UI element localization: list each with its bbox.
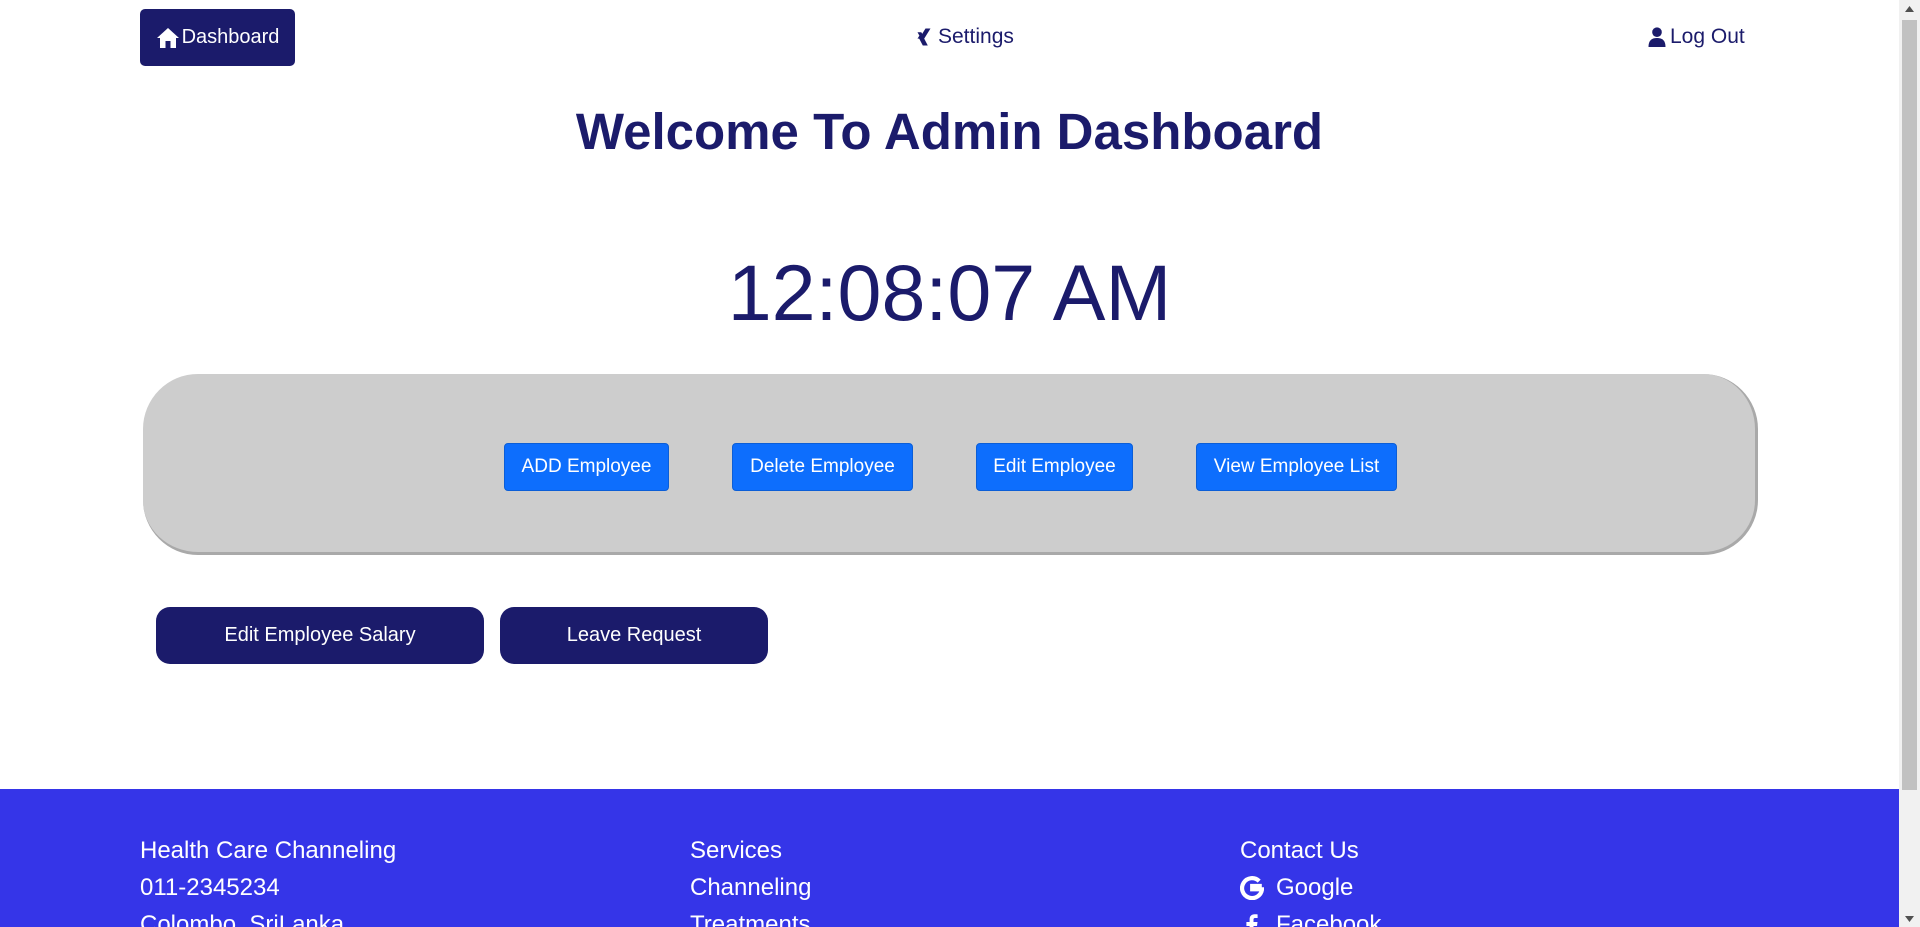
- nav-dashboard-button[interactable]: Dashboard: [140, 9, 295, 66]
- footer-link-google[interactable]: Google: [1240, 869, 1381, 906]
- vertical-scrollbar[interactable]: [1899, 0, 1920, 927]
- scroll-down-arrow-icon[interactable]: [1899, 910, 1920, 927]
- employee-actions-panel: [143, 374, 1758, 555]
- scroll-up-arrow-icon[interactable]: [1899, 0, 1920, 17]
- footer-google-label: Google: [1276, 874, 1354, 901]
- footer: Health Care Channeling 011-2345234 Colom…: [0, 789, 1899, 927]
- edit-employee-salary-button[interactable]: Edit Employee Salary: [156, 607, 484, 664]
- footer-contact-info: Health Care Channeling 011-2345234 Colom…: [140, 832, 396, 927]
- footer-phone: 011-2345234: [140, 874, 280, 901]
- leave-request-button[interactable]: Leave Request: [500, 607, 768, 664]
- user-icon: [1648, 27, 1666, 47]
- xing-icon: [917, 28, 931, 46]
- footer-contact-heading: Contact Us: [1240, 837, 1359, 864]
- footer-address: Colombo, SriLanka: [140, 911, 345, 927]
- digital-clock: 12:08:07 AM: [727, 248, 1172, 337]
- home-icon: [156, 27, 180, 49]
- scrollbar-thumb[interactable]: [1902, 20, 1917, 790]
- footer-link-treatments[interactable]: Treatments: [690, 906, 811, 927]
- view-employee-list-button[interactable]: View Employee List: [1196, 443, 1397, 491]
- nav-settings-link[interactable]: Settings: [917, 18, 1014, 56]
- nav-dashboard-label: Dashboard: [181, 26, 280, 48]
- footer-facebook-label: Facebook: [1276, 911, 1382, 927]
- page: Dashboard Settings Log Out Welcome To Ad…: [0, 0, 1899, 927]
- facebook-icon: [1240, 913, 1264, 927]
- footer-contact-us: Contact Us Google Facebook: [1240, 832, 1381, 927]
- add-employee-button[interactable]: ADD Employee: [504, 443, 669, 491]
- edit-employee-button[interactable]: Edit Employee: [976, 443, 1133, 491]
- nav-logout-link[interactable]: Log Out: [1648, 18, 1745, 56]
- google-icon: [1240, 875, 1264, 900]
- page-title: Welcome To Admin Dashboard: [575, 103, 1324, 160]
- footer-services-heading: Services: [690, 837, 783, 864]
- footer-services: Services Channeling Treatments: [690, 832, 811, 927]
- nav-logout-label: Log Out: [1670, 25, 1745, 48]
- delete-employee-button[interactable]: Delete Employee: [732, 443, 913, 491]
- nav-settings-label: Settings: [938, 25, 1014, 48]
- footer-company-name: Health Care Channeling: [140, 837, 397, 864]
- footer-link-channeling[interactable]: Channeling: [690, 869, 811, 906]
- footer-link-facebook[interactable]: Facebook: [1240, 906, 1381, 927]
